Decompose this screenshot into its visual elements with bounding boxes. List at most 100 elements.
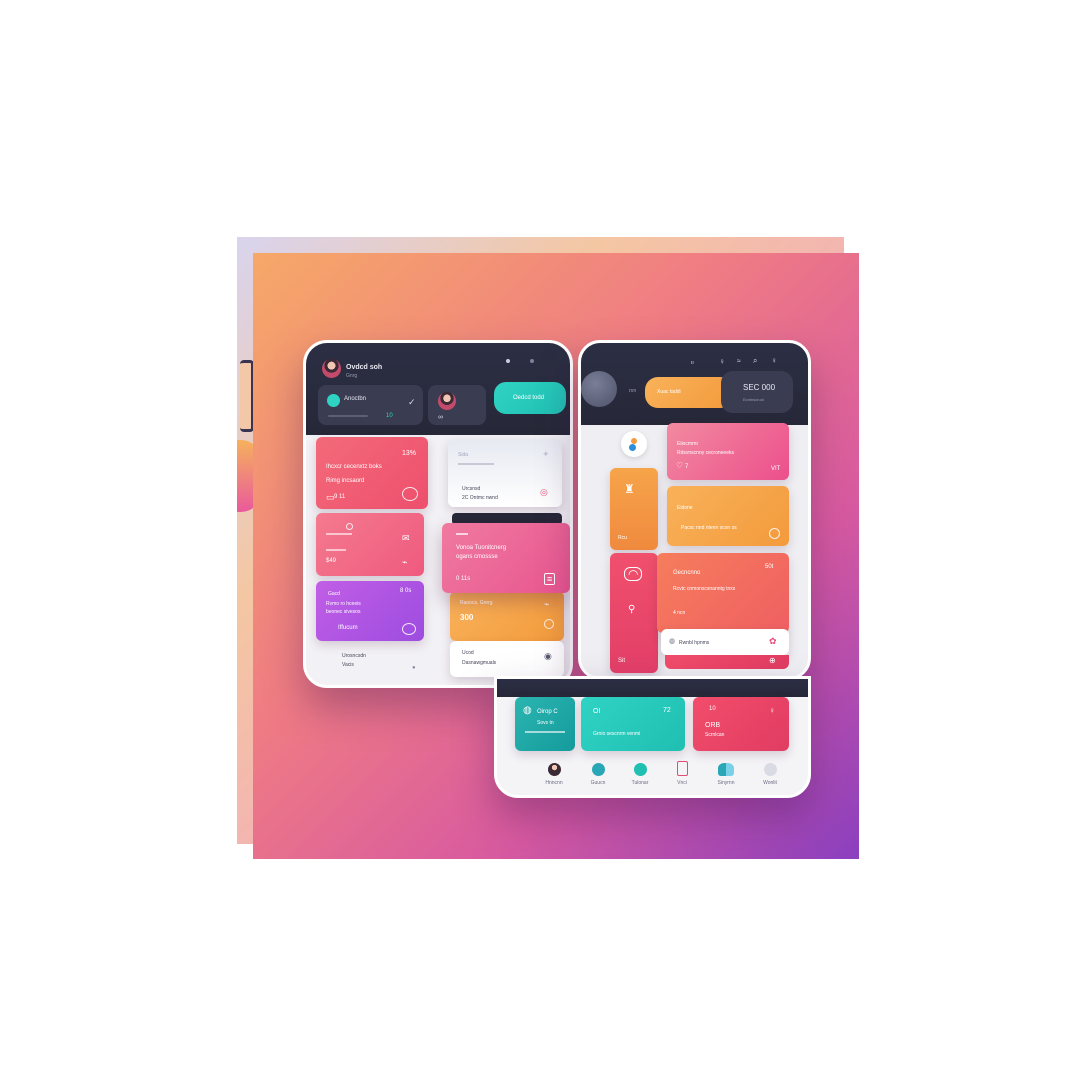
card-teal-dark[interactable]: ◍ Oirop C Sovs tn (515, 697, 575, 751)
info-card-bottom[interactable]: Ucod Dasnawgmuals ◉ (450, 641, 564, 677)
person-icon: ♀ (769, 706, 775, 715)
nav-item-settings[interactable]: Wonlit (753, 763, 787, 793)
nav-label: Vnci (677, 780, 687, 786)
card-title: Gecncnno (673, 570, 701, 576)
status-card[interactable]: Anoctbn ✓ 10 (318, 385, 423, 425)
person-icon: ⚲ (628, 604, 636, 615)
card-label: Raoocs. Grerg (460, 600, 493, 606)
card-subtitle: Sovs tn (537, 720, 554, 726)
footer-line-2: Vacis (342, 662, 354, 668)
card-title: Vonoa Tuonitcnerg (456, 545, 507, 551)
progress-line (328, 415, 368, 417)
payment-card-purple[interactable]: Gacd 8 0s Rvmo ro hceeis beonec sivesos … (316, 581, 424, 641)
cards-icon: ▭ (326, 492, 335, 502)
nav-item-document[interactable]: Vnci (665, 761, 699, 791)
card-line (458, 463, 494, 465)
primary-action-button[interactable]: Oedcd todd (494, 382, 566, 414)
payment-card-orange[interactable]: Raoocs. Grerg 300 ⌁ (450, 591, 564, 641)
user-subtitle: Gnrg (346, 373, 358, 379)
card-footer: 2C Ontmc nwnd (462, 495, 498, 501)
card-label: Eidone (677, 505, 693, 511)
wifi-icon: ≈ (737, 358, 741, 365)
balance-chip[interactable]: SEC 000 Ecntnscruol (721, 371, 793, 413)
menu-icon: ♀ (771, 356, 777, 365)
search-label: ron (629, 388, 637, 394)
primary-action-label: Oedcd todd (513, 395, 545, 401)
card-title: Pacsc nnd ntenn scon ss (681, 525, 737, 531)
bookmark-icon: ⊕ (769, 656, 776, 665)
coin-icon (544, 619, 554, 629)
card-amount: $49 (326, 558, 337, 564)
nav-item-chat[interactable]: Tulonar (623, 763, 657, 793)
chat-icon: ✉ (402, 533, 410, 543)
fingerprint-icon (402, 487, 418, 501)
orange-action-button[interactable]: Xuac taddi (645, 377, 733, 408)
card-title: Ihcxcr cecenxtz boks (326, 464, 382, 470)
coin-icon (769, 528, 780, 539)
card-line (456, 533, 468, 535)
vertical-card-red[interactable]: ◠ ⚲ Sit (610, 553, 658, 673)
card-teal[interactable]: OI 72 Grnio sescnrm venmi (581, 697, 685, 751)
nav-item-profile[interactable]: Hnncnn (537, 763, 571, 793)
bottom-header (497, 679, 808, 697)
share-icon: ⌁ (544, 599, 550, 609)
card-footer: 7 (685, 464, 689, 470)
card-title: ORB (705, 722, 721, 729)
nav-label: Wonlit (763, 780, 777, 786)
status-bar-text: ıı (691, 360, 694, 366)
card-title: Sida (458, 452, 469, 458)
payment-card-coral[interactable]: Gecncnno 50t Rcvtc cnmonscsnanntg tnxs 4… (657, 553, 789, 633)
card-value: 0 11s (456, 576, 471, 582)
card-value: 8 0s (400, 588, 412, 594)
left-header: Ovdcd soh Gnrg Anoctbn ✓ 10 ∞ Oedcd todd (306, 343, 570, 435)
check-icon: ✓ (408, 397, 416, 407)
overlay-card-pink[interactable]: Vonoa Tuonitcnerg ogans cmossse 0 11s ≡ (442, 523, 570, 593)
globe-icon: ◍ (669, 638, 676, 645)
nav-item-users[interactable]: Sinyrnn (709, 763, 743, 793)
transaction-strip[interactable]: ◍ Rwnbl hpnms ✿ (661, 629, 789, 655)
nav-item-globe[interactable]: Guucn (581, 763, 615, 793)
info-card-white[interactable]: Sida ✦ Urcsnsd 2C Ontmc nwnd ◎ (448, 439, 562, 507)
payment-card-pink[interactable]: $49 ✉ ⌁ (316, 513, 424, 576)
card-title: OI (593, 708, 601, 715)
nav-label: Hnncnn (545, 780, 563, 786)
contact-avatar (438, 392, 456, 410)
chat-icon (633, 763, 647, 776)
illustration-icon: ♜ (624, 482, 635, 496)
card-line (326, 533, 352, 535)
status-dot (530, 359, 534, 363)
right-header: ıı ♀ ≈ ⌕ ♀ ron Xuac taddi SEC 000 Ecntns… (581, 343, 808, 425)
card-title: Gacd (328, 591, 340, 597)
users-icon (718, 763, 734, 776)
user-name: Ovdcd soh (346, 364, 383, 371)
transaction-label: Rwnbl hpnms (679, 640, 710, 646)
card-value: 10 (709, 706, 716, 712)
balance-card-red[interactable]: Ihcxcr cecenxtz boks Rimg incsaord 13% 9… (316, 437, 428, 509)
profile-icon (547, 763, 561, 776)
chat-bubble-icon[interactable] (621, 431, 647, 457)
payment-card-orange[interactable]: Eidone Pacsc nnd ntenn scon ss (667, 486, 789, 546)
card-footer: Iffucum (338, 625, 358, 631)
user-avatar[interactable] (322, 359, 341, 378)
balance-value: SEC 000 (743, 383, 776, 392)
chat-icon (327, 394, 340, 407)
phone-illustration (240, 360, 254, 432)
card-title: Ucod (462, 650, 474, 656)
pin-icon: ♀ (719, 357, 725, 366)
card-rose[interactable]: ORB 10 Scrnlcan ♀ (693, 697, 789, 751)
vertical-card-orange[interactable]: ♜ Rcu (610, 468, 658, 550)
card-value: VIT (771, 466, 781, 472)
profile-card[interactable]: ∞ (428, 385, 486, 425)
card-value: 300 (460, 613, 474, 622)
card-title: Rdsvnscnoy cecroneeeks (677, 450, 734, 456)
card-line (326, 549, 346, 551)
brain-icon: ✿ (769, 636, 777, 646)
payment-card-magenta[interactable]: Eiiocmrnr Rdsvnscnoy cecroneeeks 7 ♡ VIT (667, 423, 789, 480)
fingerprint-icon (402, 623, 416, 635)
card-value: Sit (618, 658, 626, 664)
calendar-icon: ≡ (544, 573, 556, 585)
orange-action-label: Xuac taddi (657, 389, 681, 395)
bottom-app-panel: ◍ Oirop C Sovs tn OI 72 Grnio sescnrm ve… (494, 676, 811, 798)
profile-bubble[interactable] (581, 371, 617, 407)
right-app-panel: ıı ♀ ≈ ⌕ ♀ ron Xuac taddi SEC 000 Ecntns… (578, 340, 811, 680)
